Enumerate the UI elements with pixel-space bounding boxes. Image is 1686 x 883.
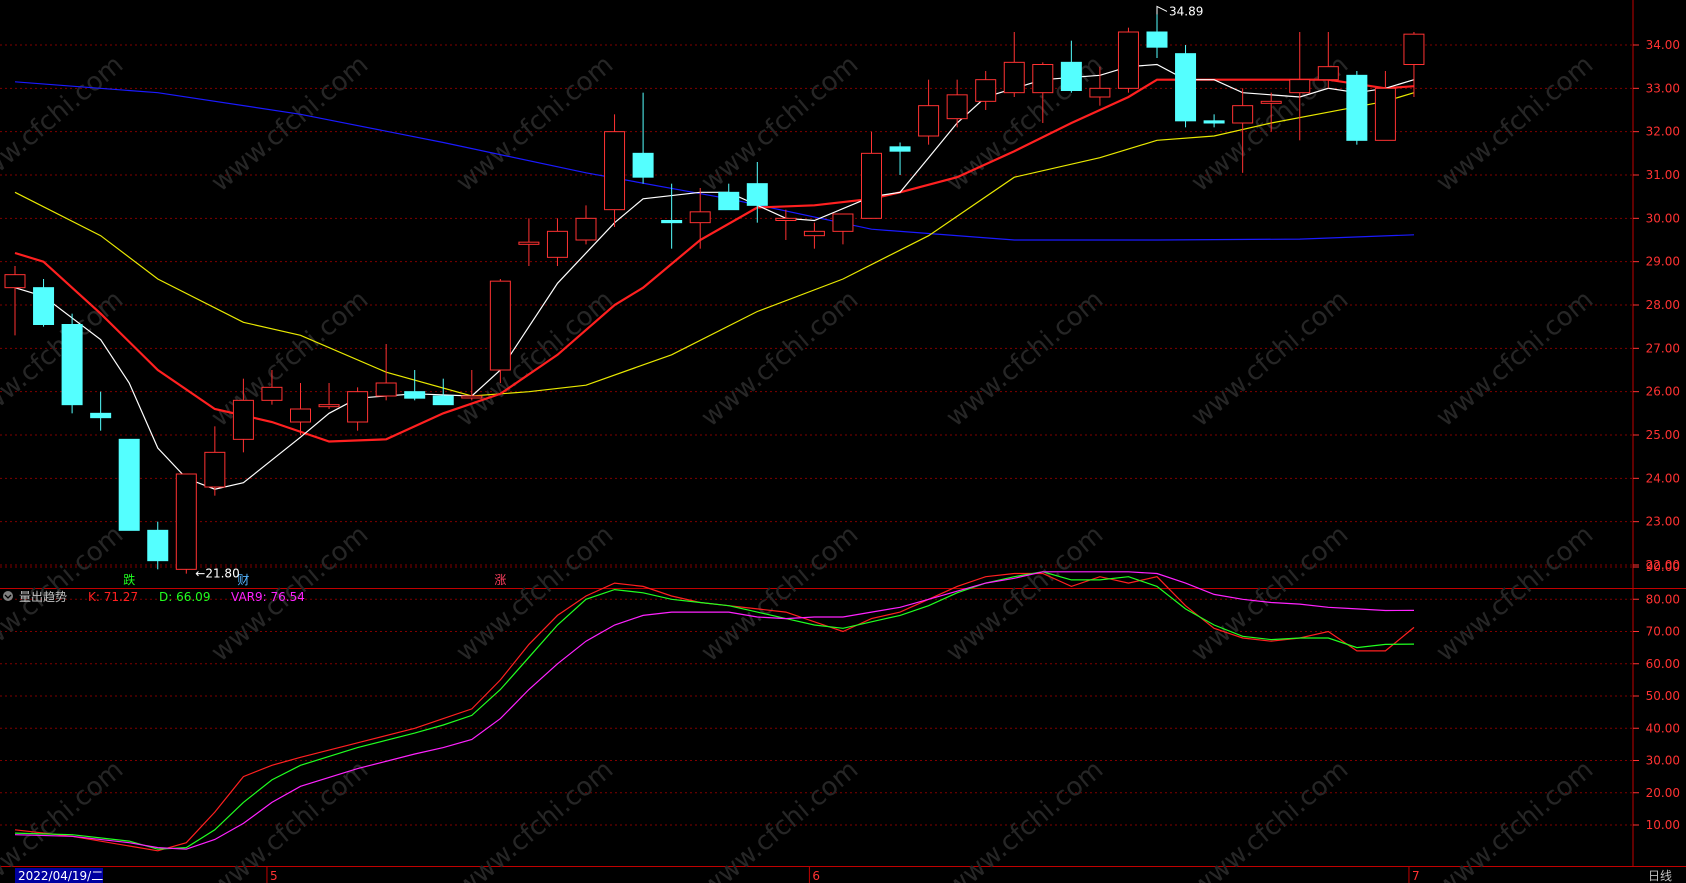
candle-body-up	[261, 386, 283, 401]
candle-body-down	[1346, 74, 1368, 141]
indicator-tick-label: 10.00	[1646, 818, 1680, 832]
candle-body-up	[803, 230, 825, 237]
low-marker-label: ←21.80	[195, 567, 239, 581]
indicator-tick-label: 20.00	[1646, 786, 1680, 800]
indicator-tick-label: 70.00	[1646, 625, 1680, 639]
high-marker-label: 34.89	[1169, 4, 1203, 18]
price-tick-label: 27.00	[1646, 341, 1680, 355]
indicator-tick-label: 60.00	[1646, 657, 1680, 671]
price-tick-label: 34.00	[1646, 38, 1680, 52]
indicator-tick-label: 50.00	[1646, 689, 1680, 703]
collapse-icon[interactable]	[3, 591, 13, 601]
candle-body-up	[1260, 100, 1282, 104]
candle-body-up	[946, 94, 968, 120]
indicator-tick-label: 40.00	[1646, 721, 1680, 735]
candle-body-down	[632, 152, 654, 178]
candle-body-up	[1032, 64, 1054, 94]
event-marker: 涨	[494, 572, 506, 587]
d-value-label: D: 66.09	[159, 590, 210, 604]
candle-body-up	[1232, 105, 1254, 124]
candle-body-up	[1089, 87, 1111, 98]
candle-body-down	[661, 220, 683, 224]
indicator-tick-label: 90.00	[1646, 560, 1680, 574]
candle-body-up	[290, 408, 311, 423]
candle-body-up	[832, 213, 854, 232]
var9-value-label: VAR9: 76.54	[231, 590, 305, 604]
stock-chart[interactable]: www.cfchi.com www.cfchi.com www.cfchi.com w…	[0, 0, 1686, 883]
candle-body-up	[775, 217, 797, 221]
candle-body-up	[461, 395, 483, 399]
price-tick-label: 24.00	[1646, 471, 1680, 485]
candle-body-up	[975, 79, 997, 102]
candle-body-up	[1003, 61, 1025, 94]
candle-body-up	[318, 404, 340, 408]
price-tick-label: 28.00	[1646, 298, 1680, 312]
candle-body-down	[404, 391, 426, 399]
candle-body-up	[1317, 66, 1339, 81]
candle-body-up	[1289, 79, 1311, 94]
event-marker: 跌	[123, 572, 135, 587]
price-tick-label: 23.00	[1646, 515, 1680, 529]
candle-body-down	[90, 412, 112, 419]
price-tick-label: 31.00	[1646, 168, 1680, 182]
month-label: 7	[1412, 869, 1420, 883]
candle-body-up	[375, 382, 397, 397]
candle-body-down	[1060, 61, 1082, 91]
price-tick-label: 26.00	[1646, 385, 1680, 399]
candle-body-up	[489, 280, 511, 371]
price-tick-label: 30.00	[1646, 211, 1680, 225]
candle-body-down	[147, 529, 169, 562]
candle-body-down	[432, 395, 454, 406]
candle-body-down	[1175, 53, 1197, 122]
current-date: 2022/04/19/二	[18, 869, 103, 883]
chart-background	[0, 0, 1686, 883]
candle-body-down	[746, 183, 768, 206]
candle-body-up	[861, 152, 882, 219]
candle-body-up	[518, 241, 540, 245]
indicator-name: 量出趋势	[19, 590, 67, 604]
price-tick-label: 33.00	[1646, 81, 1680, 95]
candle-body-down	[718, 191, 740, 211]
k-value-label: K: 71.27	[88, 590, 138, 604]
candle-body-up	[1403, 33, 1425, 66]
month-label: 5	[270, 869, 278, 883]
price-tick-label: 25.00	[1646, 428, 1680, 442]
candle-body-up	[204, 451, 226, 488]
month-label: 6	[812, 869, 820, 883]
candle-body-up	[1117, 31, 1139, 89]
candle-body-up	[546, 230, 568, 258]
price-tick-label: 32.00	[1646, 125, 1680, 139]
price-tick-label: 29.00	[1646, 255, 1680, 269]
period-label[interactable]: 日线	[1648, 869, 1672, 883]
indicator-axis-labels: 90.00 80.00 70.00 60.00 50.00 40.00 30.00 20.00…	[1646, 560, 1680, 832]
candle-body-up	[4, 274, 26, 289]
candle-body-up	[175, 473, 197, 570]
candle-body-down	[1146, 31, 1168, 48]
candle-body-down	[33, 287, 55, 325]
candle-body-up	[689, 211, 711, 224]
candle-body-down	[61, 324, 83, 406]
indicator-tick-label: 30.00	[1646, 754, 1680, 768]
indicator-tick-label: 80.00	[1646, 592, 1680, 606]
candle-body-down	[1203, 120, 1225, 124]
candle-body-down	[889, 146, 911, 152]
candle-body-up	[918, 105, 940, 137]
candle-body-up	[347, 391, 369, 423]
candle-body-up	[1374, 87, 1396, 141]
candle-body-up	[575, 217, 597, 241]
candle-body-down	[118, 438, 140, 531]
candle-body-up	[232, 399, 254, 440]
candle-body-up	[604, 131, 626, 211]
